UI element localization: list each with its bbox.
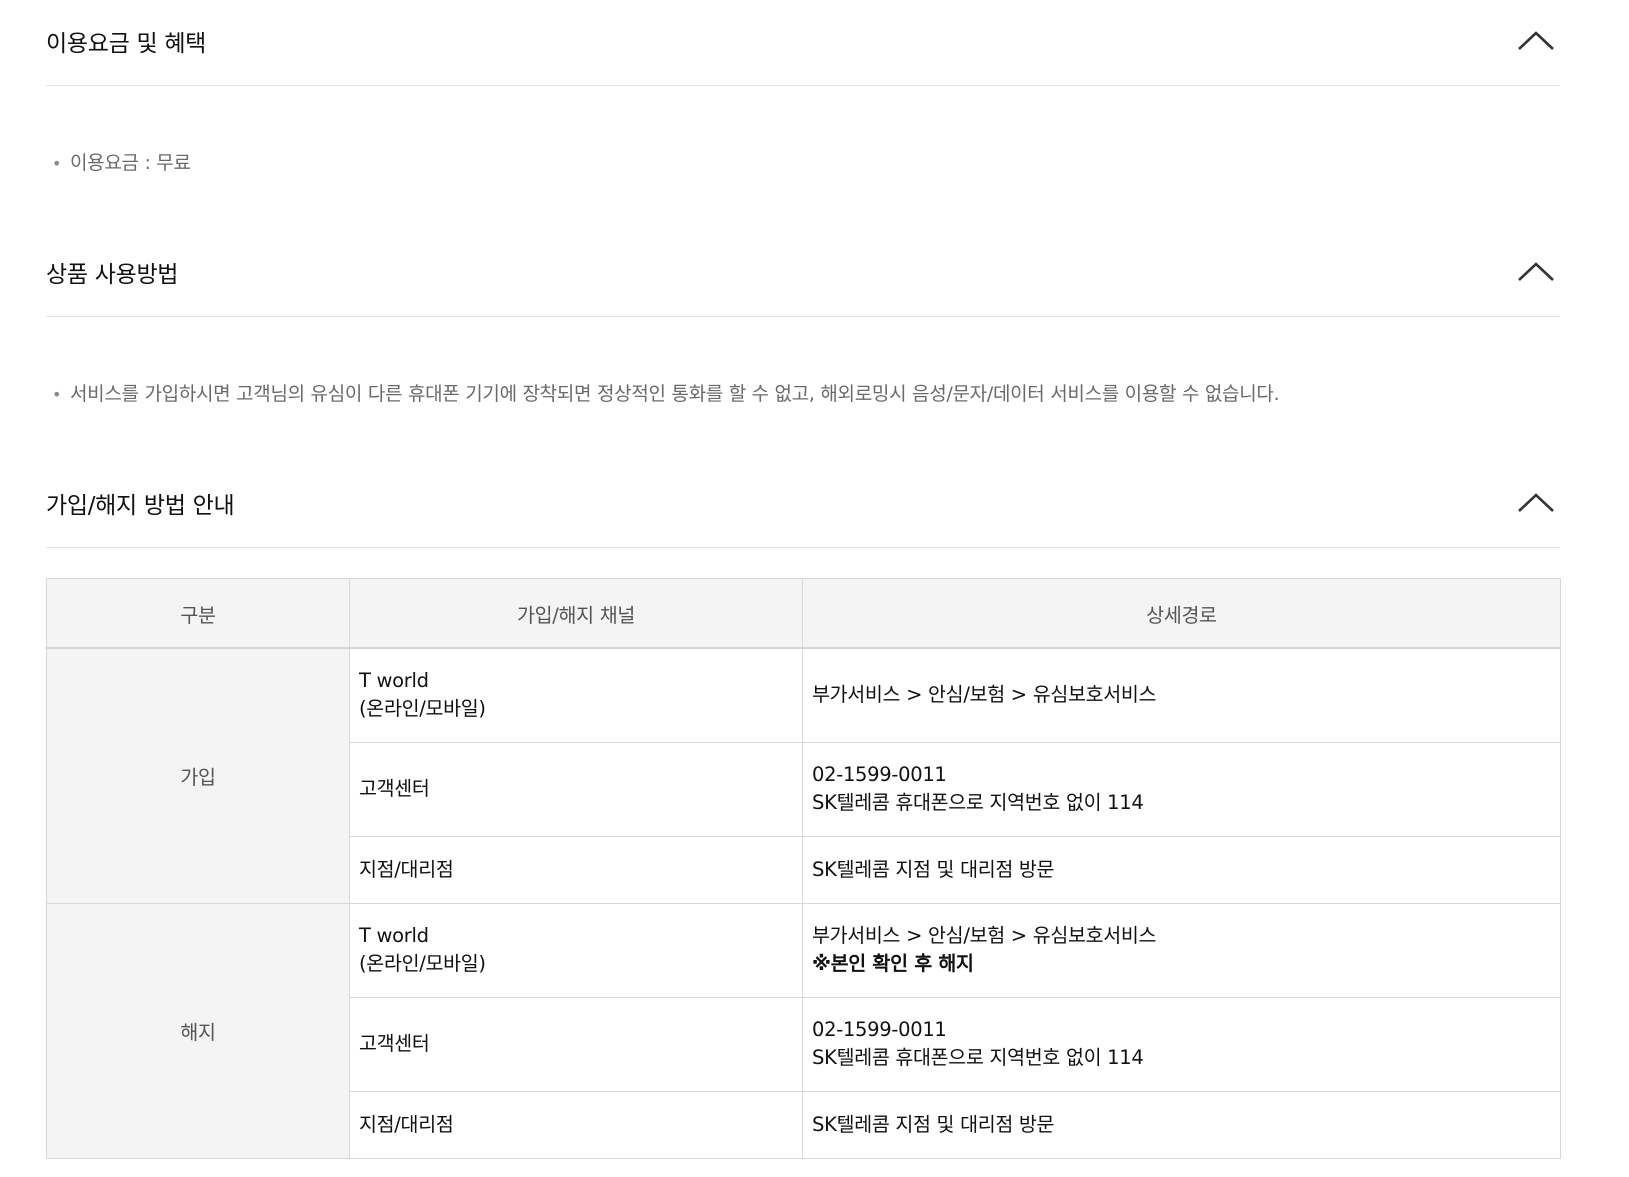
chevron-up-icon[interactable] — [1516, 492, 1556, 514]
identity-check-note: ※본인 확인 후 해지 — [812, 952, 974, 975]
channel-line: (온라인/모바일) — [359, 697, 486, 721]
table-header-channel: 가입/해지 채널 — [349, 578, 803, 649]
channel-cell: T world (온라인/모바일) — [349, 902, 803, 998]
path-cell: SK텔레콤 지점 및 대리점 방문 — [802, 835, 1561, 904]
path-line: 부가서비스 > 안심/보험 > 유심보호서비스 — [812, 683, 1157, 707]
channel-line: 고객센터 — [359, 777, 430, 800]
bullet-dot-icon: • — [52, 385, 62, 404]
path-line: 부가서비스 > 안심/보험 > 유심보호서비스 — [812, 924, 1157, 947]
section-title: 가입/해지 방법 안내 — [46, 493, 235, 519]
path-line: SK텔레콤 휴대폰으로 지역번호 없이 114 — [812, 1046, 1144, 1069]
section-header-usage[interactable]: 상품 사용방법 — [46, 231, 1560, 317]
path-cell: 02-1599-0011 SK텔레콤 휴대폰으로 지역번호 없이 114 — [802, 996, 1561, 1092]
category-cell-cancel: 해지 — [46, 902, 350, 1159]
path-cell: 02-1599-0011 SK텔레콤 휴대폰으로 지역번호 없이 114 — [802, 741, 1561, 837]
table-row: 가입 T world (온라인/모바일) 부가서비스 > 안심/보험 > 유심보… — [46, 647, 1561, 904]
channel-line: 지점/대리점 — [359, 857, 454, 881]
section-header-fee[interactable]: 이용요금 및 혜택 — [46, 0, 1560, 86]
channel-cell: 고객센터 — [349, 996, 803, 1092]
channel-cell: 지점/대리점 — [349, 1090, 803, 1159]
channel-cell: T world (온라인/모바일) — [349, 647, 803, 743]
section-title: 이용요금 및 혜택 — [46, 31, 207, 57]
channel-line: T world — [359, 924, 429, 947]
channel-line: 고객센터 — [359, 1032, 430, 1055]
section-header-join-cancel[interactable]: 가입/해지 방법 안내 — [46, 462, 1560, 548]
path-cell: SK텔레콤 지점 및 대리점 방문 — [802, 1090, 1561, 1159]
table-header-category: 구분 — [46, 578, 350, 649]
channel-line: T world — [359, 669, 429, 693]
product-detail-container: 이용요금 및 혜택 • 이용요금 : 무료 상품 사용방법 • 서비스를 가입하시면… — [46, 0, 1561, 1159]
channel-line: (온라인/모바일) — [359, 952, 486, 975]
path-line: SK텔레콤 지점 및 대리점 방문 — [812, 1112, 1055, 1136]
category-cell-join: 가입 — [46, 647, 350, 904]
bullet-text: 서비스를 가입하시면 고객님의 유심이 다른 휴대폰 기기에 장착되면 정상적인… — [70, 383, 1280, 405]
join-cancel-table-area: 구분 가입/해지 채널 상세경로 가입 T world (온라인/모바일) 부가… — [46, 548, 1561, 1159]
channel-line: 지점/대리점 — [359, 1112, 454, 1136]
bullet-dot-icon: • — [52, 154, 62, 173]
path-line: SK텔레콤 지점 및 대리점 방문 — [812, 857, 1055, 881]
table-header-path: 상세경로 — [802, 578, 1561, 649]
join-cancel-table: 구분 가입/해지 채널 상세경로 가입 T world (온라인/모바일) 부가… — [46, 578, 1561, 1159]
section-body-fee: • 이용요금 : 무료 — [46, 86, 1560, 231]
bullet-text: 이용요금 : 무료 — [70, 152, 191, 174]
path-line: SK텔레콤 휴대폰으로 지역번호 없이 114 — [812, 791, 1144, 814]
channel-cell: 지점/대리점 — [349, 835, 803, 904]
table-header-row: 구분 가입/해지 채널 상세경로 — [46, 578, 1561, 649]
channel-cell: 고객센터 — [349, 741, 803, 837]
table-row: 해지 T world (온라인/모바일) 부가서비스 > 안심/보험 > 유심보… — [46, 902, 1561, 1159]
path-cell: 부가서비스 > 안심/보험 > 유심보호서비스 ※본인 확인 후 해지 — [802, 902, 1561, 998]
section-body-usage: • 서비스를 가입하시면 고객님의 유심이 다른 휴대폰 기기에 장착되면 정상적… — [46, 317, 1560, 462]
path-line-phone: 02-1599-0011 — [812, 1018, 947, 1041]
path-cell: 부가서비스 > 안심/보험 > 유심보호서비스 — [802, 647, 1561, 743]
chevron-up-icon[interactable] — [1516, 261, 1556, 283]
chevron-up-icon[interactable] — [1516, 30, 1556, 52]
path-line-phone: 02-1599-0011 — [812, 763, 947, 786]
section-title: 상품 사용방법 — [46, 262, 179, 288]
